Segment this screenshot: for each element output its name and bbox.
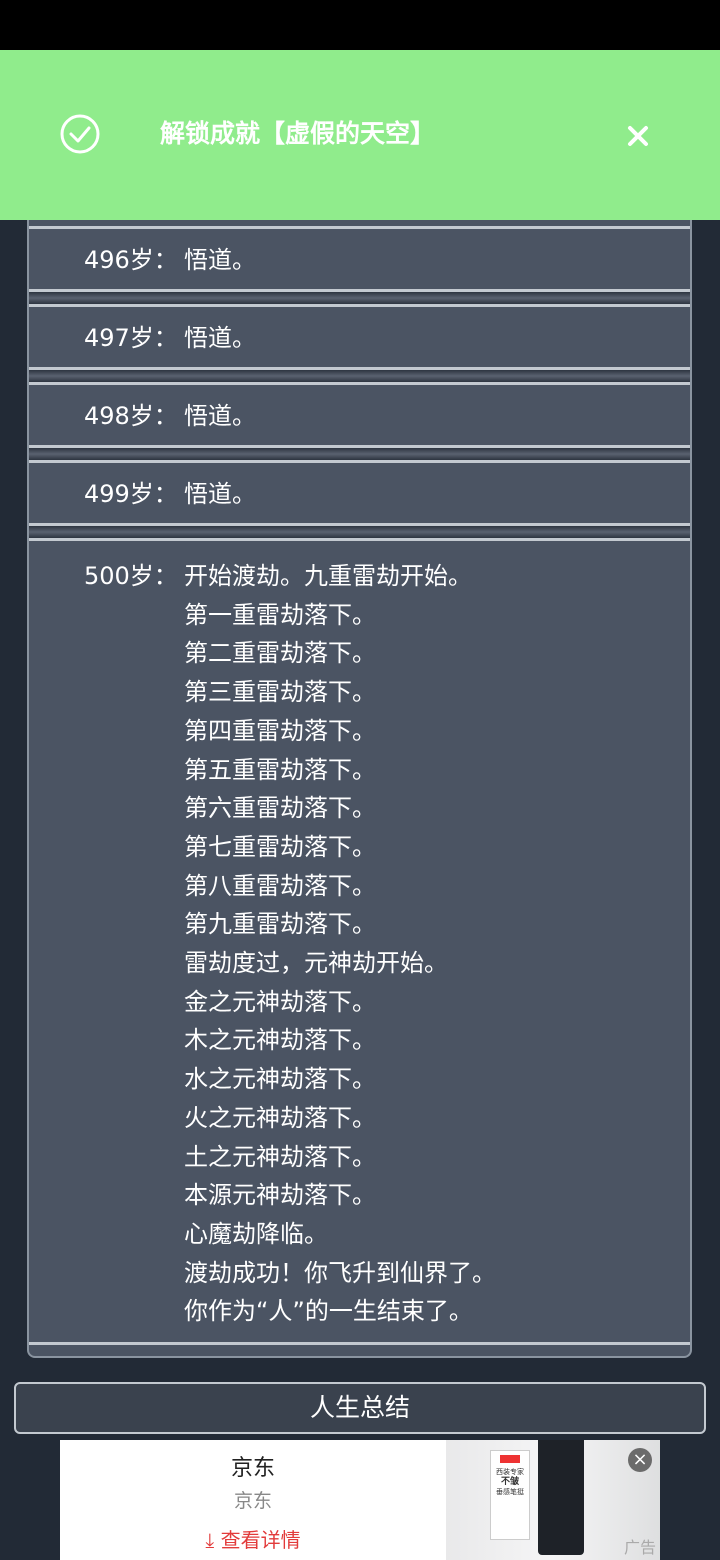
ad-subtitle: 京东 — [233, 1490, 272, 1512]
log-line: 第一重雷劫落下。 — [184, 600, 376, 629]
log-line: 土之元神劫落下。 — [184, 1142, 376, 1171]
ad-product-pants — [538, 1440, 584, 1555]
divider — [29, 448, 690, 460]
log-line: 第二重雷劫落下。 — [184, 639, 376, 668]
log-line: 渡劫成功！你飞升到仙界了。 — [184, 1258, 496, 1287]
divider — [29, 526, 690, 538]
log-entry: 500岁： 开始渡劫。九重雷劫开始。 第一重雷劫落下。 第二重雷劫落下。 第三重雷劫落… — [29, 538, 690, 1345]
log-entry-text: 悟道。 — [184, 324, 256, 352]
log-line: 木之元神劫落下。 — [184, 1026, 376, 1055]
log-line: 第七重雷劫落下。 — [184, 832, 376, 861]
log-line: 第六重雷劫落下。 — [184, 794, 376, 823]
log-line: 第八重雷劫落下。 — [184, 871, 376, 900]
log-line: 水之元神劫落下。 — [184, 1065, 376, 1094]
log-line: 火之元神劫落下。 — [184, 1103, 376, 1132]
log-entry-age: 497岁： — [84, 324, 178, 352]
log-entry-text: 悟道。 — [184, 402, 256, 430]
log-entry-text: 开始渡劫。九重雷劫开始。 第一重雷劫落下。 第二重雷劫落下。 第三重雷劫落下。 第四重雷… — [184, 557, 496, 1331]
log-line: 第九重雷劫落下。 — [184, 910, 376, 939]
log-entry-text: 悟道。 — [184, 480, 256, 508]
ad-product-tag: 西装专家 不皱 垂感笔挺 — [490, 1450, 530, 1540]
close-icon[interactable] — [620, 118, 656, 154]
log-entry-text: 悟道。 — [184, 246, 256, 274]
log-entry: 496岁： 悟道。 — [29, 226, 690, 292]
ad-cta-label: 查看详情 — [220, 1528, 301, 1552]
log-entry: 498岁： 悟道。 — [29, 382, 690, 448]
close-icon[interactable]: × — [628, 1448, 652, 1472]
ad-banner[interactable]: 京东 京东 ⤓ 查看详情 西装专家 不皱 垂感笔挺 × 广告 — [60, 1440, 660, 1560]
log-line: 第五重雷劫落下。 — [184, 755, 376, 784]
log-line: 第三重雷劫落下。 — [184, 678, 376, 707]
ad-label: 广告 — [623, 1538, 656, 1557]
life-summary-button[interactable]: 人生总结 — [14, 1382, 706, 1434]
log-line: 心魔劫降临。 — [184, 1219, 328, 1248]
divider — [29, 292, 690, 304]
divider — [29, 370, 690, 382]
log-entry-age: 498岁： — [84, 402, 178, 430]
notification-title: 解锁成就【虚假的天空】 — [160, 119, 436, 148]
log-line: 第四重雷劫落下。 — [184, 716, 376, 745]
status-bar — [0, 0, 720, 50]
ad-brand: 京东 — [230, 1456, 275, 1481]
log-entry-age: 496岁： — [84, 246, 178, 274]
check-circle-icon — [60, 114, 100, 154]
ad-image[interactable]: 西装专家 不皱 垂感笔挺 × 广告 — [446, 1440, 660, 1560]
log-entry-age: 500岁： — [84, 562, 178, 590]
download-arrow-icon: ⤓ — [205, 1528, 215, 1552]
log-line: 本源元神劫落下。 — [184, 1181, 376, 1210]
log-line: 金之元神劫落下。 — [184, 987, 376, 1016]
life-log[interactable]: 496岁： 悟道。 497岁： 悟道。 498岁： 悟道。 499岁： 悟道。 … — [27, 210, 692, 1358]
log-entry: 497岁： 悟道。 — [29, 304, 690, 370]
log-entry: 499岁： 悟道。 — [29, 460, 690, 526]
ad-details-link[interactable]: ⤓ 查看详情 — [60, 1524, 446, 1553]
log-line: 你作为“人”的一生结束了。 — [184, 1297, 473, 1326]
log-line: 雷劫度过，元神劫开始。 — [184, 949, 448, 978]
log-line: 开始渡劫。九重雷劫开始。 — [184, 562, 472, 590]
log-entry-age: 499岁： — [84, 480, 178, 508]
achievement-notification: 解锁成就【虚假的天空】 — [0, 50, 720, 220]
